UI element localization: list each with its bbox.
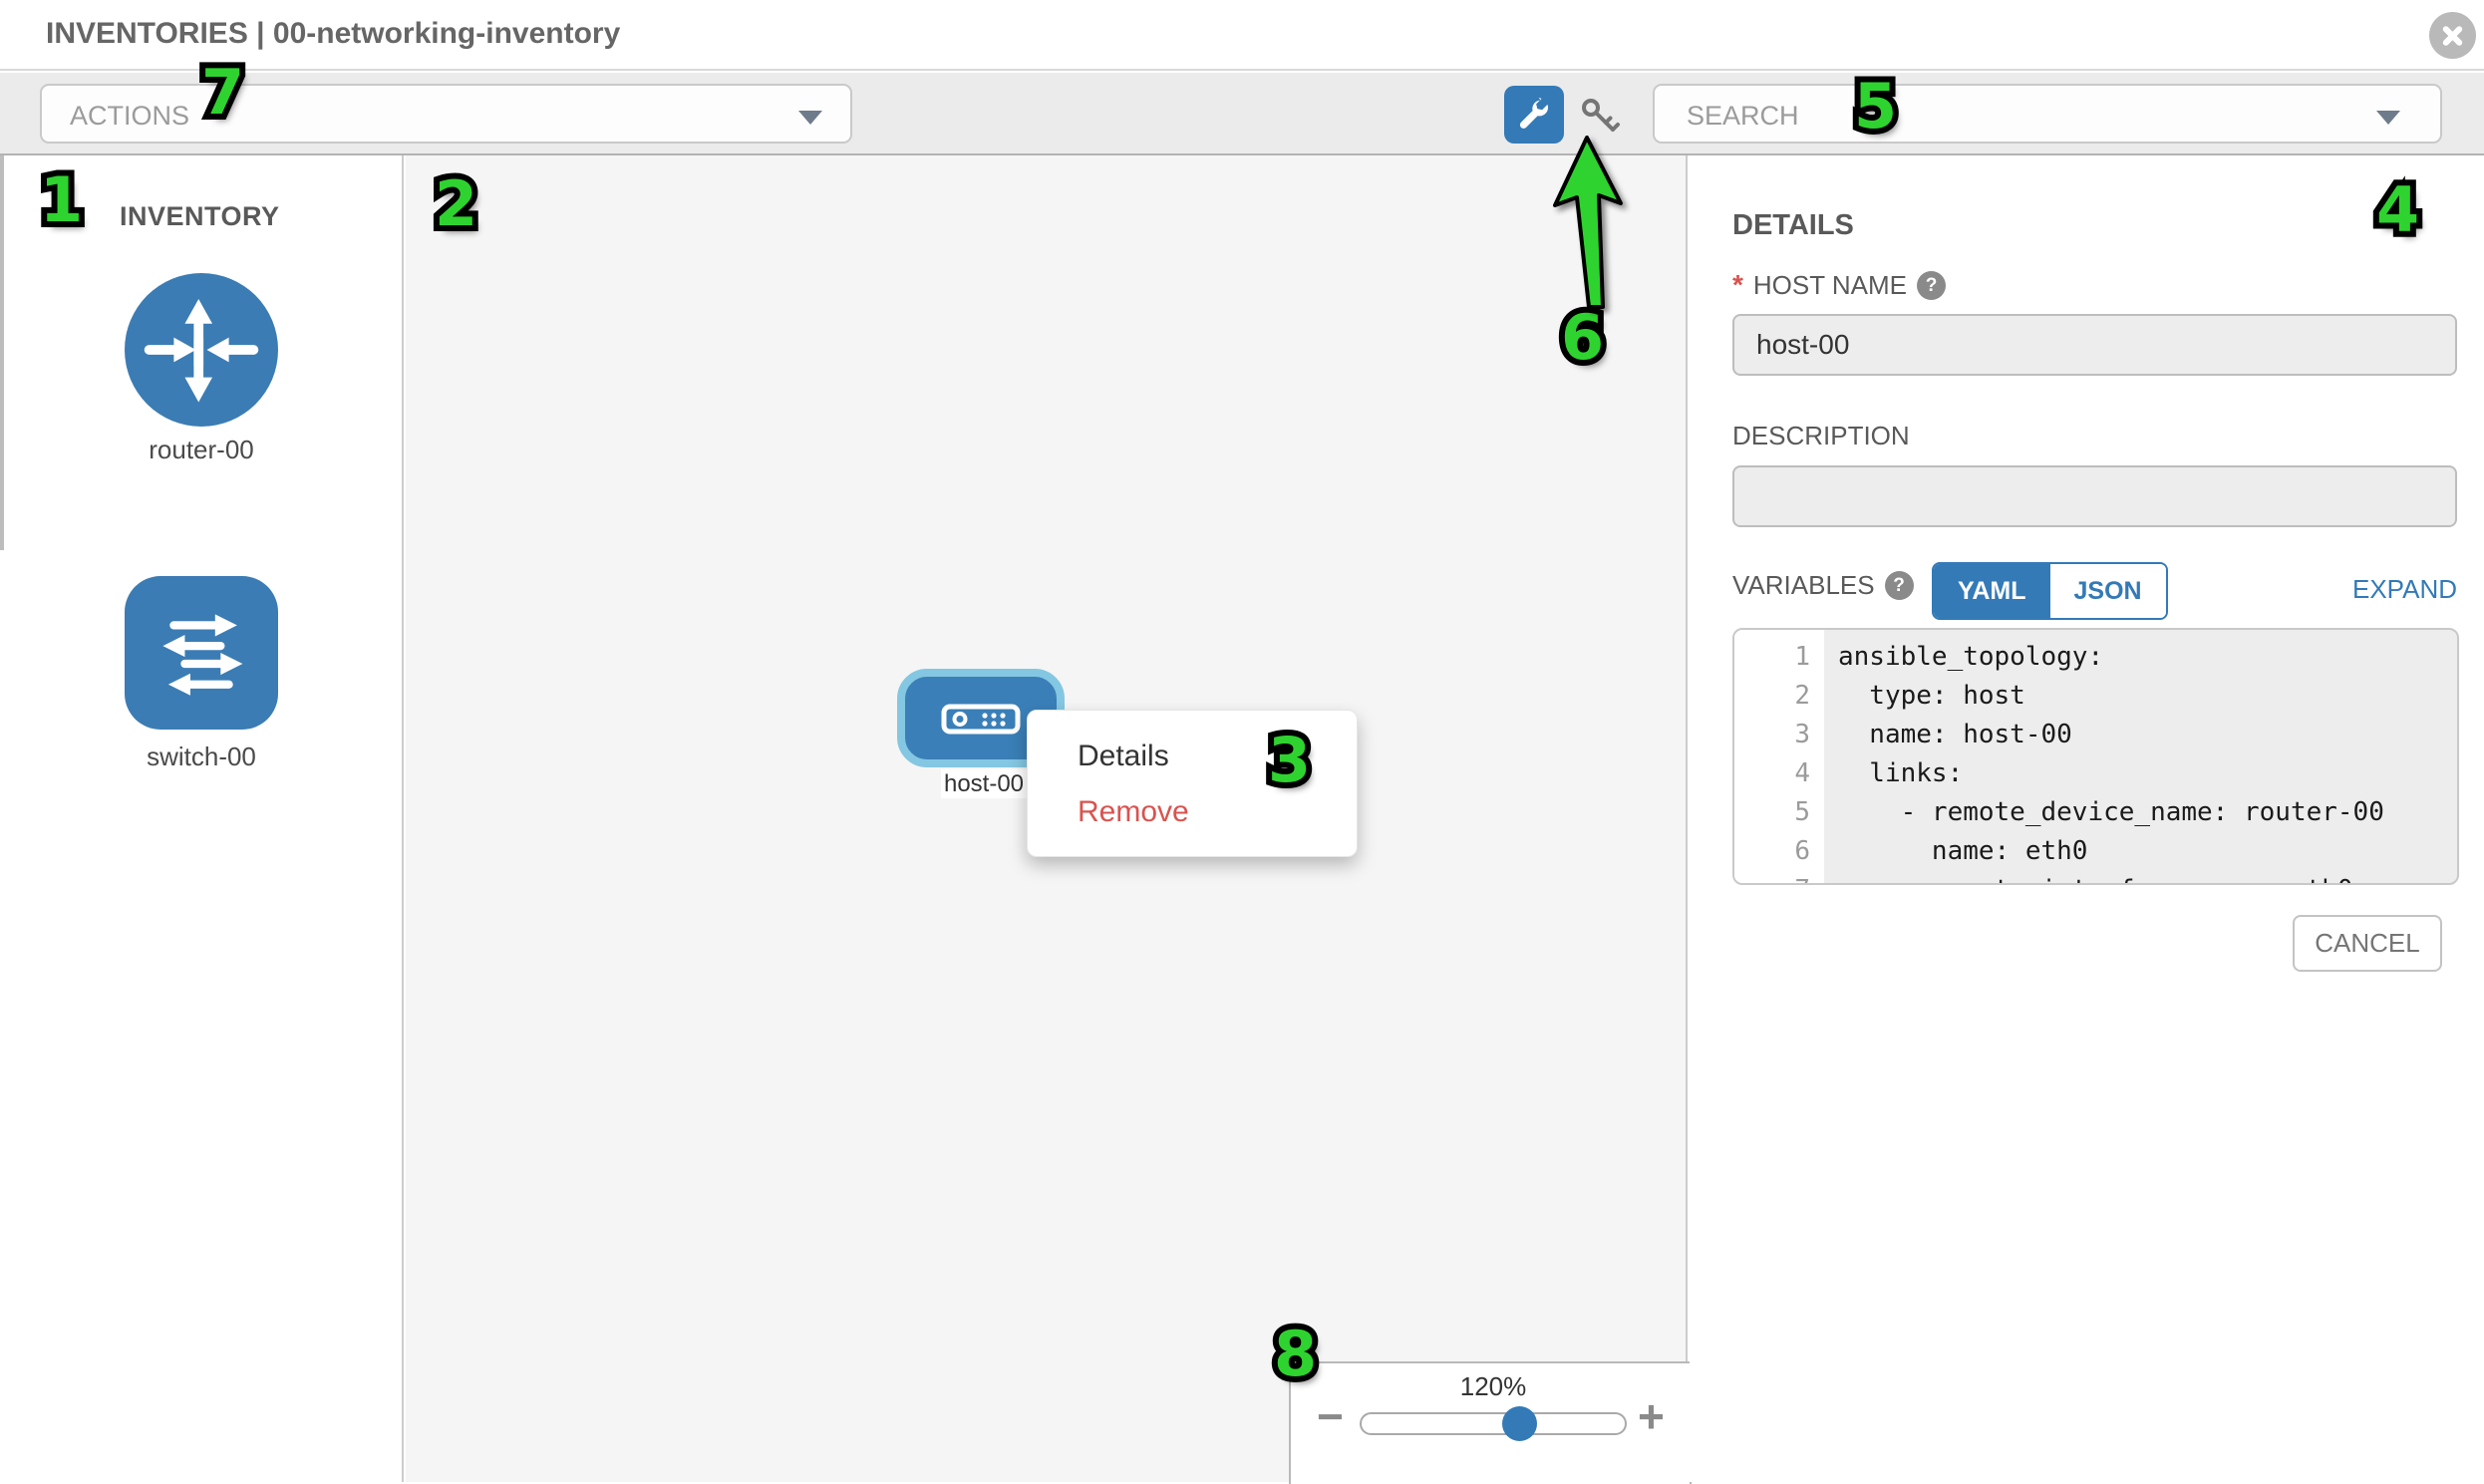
description-label-row: DESCRIPTION [1732, 421, 1910, 451]
topology-canvas[interactable]: host-00 Details Remove 120% − + [406, 155, 1688, 1482]
search-dropdown-label: SEARCH [1687, 101, 1799, 132]
annotation-number-7: 77 [201, 62, 244, 124]
line-number: 4 [1734, 754, 1824, 793]
required-marker: * [1732, 269, 1743, 301]
host-name-label: HOST NAME [1753, 270, 1907, 301]
key-button[interactable] [1580, 97, 1622, 135]
variables-label-row: VARIABLES ? [1732, 570, 1914, 601]
host-name-label-row: * HOST NAME ? [1732, 269, 1946, 301]
breadcrumb: INVENTORIES | 00-networking-inventory [46, 17, 620, 51]
close-icon[interactable] [2429, 12, 2476, 59]
router-icon [133, 281, 270, 419]
switch-icon [133, 584, 270, 722]
code-line: 1 ansible_topology: [1734, 638, 2457, 677]
sidebar-item-switch[interactable] [125, 576, 278, 730]
host-node-label: host-00 [941, 769, 1027, 798]
sidebar-item-router[interactable] [125, 273, 278, 427]
annotation-number-2: 22 [435, 173, 477, 235]
annotation-number-5: 55 [1854, 76, 1897, 138]
annotation-number-3: 33 [1268, 730, 1311, 791]
annotation-number-6: 66 [1561, 307, 1604, 369]
variables-label: VARIABLES [1732, 570, 1875, 601]
zoom-out-button[interactable]: − [1317, 1389, 1344, 1443]
zoom-slider-thumb[interactable] [1502, 1406, 1537, 1441]
code-line: 6 name: eth0 [1734, 832, 2457, 871]
zoom-control: 120% − + [1289, 1361, 1692, 1484]
line-number: 3 [1734, 716, 1824, 754]
wrench-icon [1515, 96, 1553, 134]
code-line: 2 type: host [1734, 677, 2457, 716]
line-text: links: [1824, 754, 2457, 793]
annotation-number-8: 88 [1274, 1324, 1317, 1385]
zoom-slider-track[interactable] [1360, 1412, 1627, 1435]
help-icon[interactable]: ? [1885, 571, 1914, 600]
scrollbar[interactable] [0, 155, 4, 550]
line-text: name: host-00 [1824, 716, 2457, 754]
line-number: 1 [1734, 638, 1824, 677]
line-text: name: eth0 [1824, 832, 2457, 871]
inventory-sidebar: INVENTORY router-00 [0, 155, 404, 1482]
code-line: 7 remote_interface_name: eth0 [1734, 871, 2457, 885]
sidebar-item-label: switch-00 [85, 742, 318, 772]
host-icon [941, 699, 1021, 739]
search-dropdown[interactable]: SEARCH [1653, 84, 2442, 144]
expand-link[interactable]: EXPAND [2352, 574, 2457, 605]
line-text: type: host [1824, 677, 2457, 716]
help-icon[interactable]: ? [1917, 271, 1946, 300]
code-editor-padding [1734, 630, 2457, 638]
annotation-number-4: 44 [2376, 179, 2419, 241]
host-name-field[interactable] [1732, 314, 2457, 376]
chevron-down-icon [2376, 111, 2400, 125]
code-line: 4 links: [1734, 754, 2457, 793]
line-number: 6 [1734, 832, 1824, 871]
sidebar-item-label: router-00 [85, 435, 318, 465]
code-line: 5 - remote_device_name: router-00 [1734, 793, 2457, 832]
variables-code-editor[interactable]: 1 ansible_topology: 2 type: host 3 name:… [1732, 628, 2459, 885]
line-number: 5 [1734, 793, 1824, 832]
actions-dropdown-label: ACTIONS [70, 101, 189, 132]
sidebar-title: INVENTORY [120, 201, 280, 232]
line-text: - remote_device_name: router-00 [1824, 793, 2457, 832]
json-toggle-button[interactable]: JSON [2050, 564, 2166, 618]
description-field[interactable] [1732, 465, 2457, 527]
chevron-down-icon [798, 111, 822, 125]
annotation-number-1: 11 [40, 169, 83, 231]
line-number: 2 [1734, 677, 1824, 716]
key-icon [1580, 97, 1622, 135]
format-toggle: YAML JSON [1932, 562, 2168, 620]
panel-title: DETAILS [1732, 209, 1854, 242]
page-header: INVENTORIES | 00-networking-inventory [0, 0, 2484, 71]
details-panel: DETAILS * HOST NAME ? DESCRIPTION VARIAB… [1690, 155, 2484, 1482]
actions-dropdown[interactable]: ACTIONS [40, 84, 852, 144]
annotation-arrow-icon [1543, 132, 1635, 313]
description-label: DESCRIPTION [1732, 421, 1910, 451]
line-text: ansible_topology: [1824, 638, 2457, 677]
code-line: 3 name: host-00 [1734, 716, 2457, 754]
cancel-button[interactable]: CANCEL [2293, 915, 2442, 972]
line-number: 7 [1734, 871, 1824, 885]
zoom-in-button[interactable]: + [1638, 1389, 1665, 1443]
toolbar: ACTIONS SEARCH [0, 73, 2484, 155]
line-text: remote_interface_name: eth0 [1824, 871, 2457, 885]
yaml-toggle-button[interactable]: YAML [1934, 564, 2050, 618]
zoom-level-label: 120% [1394, 1371, 1593, 1402]
